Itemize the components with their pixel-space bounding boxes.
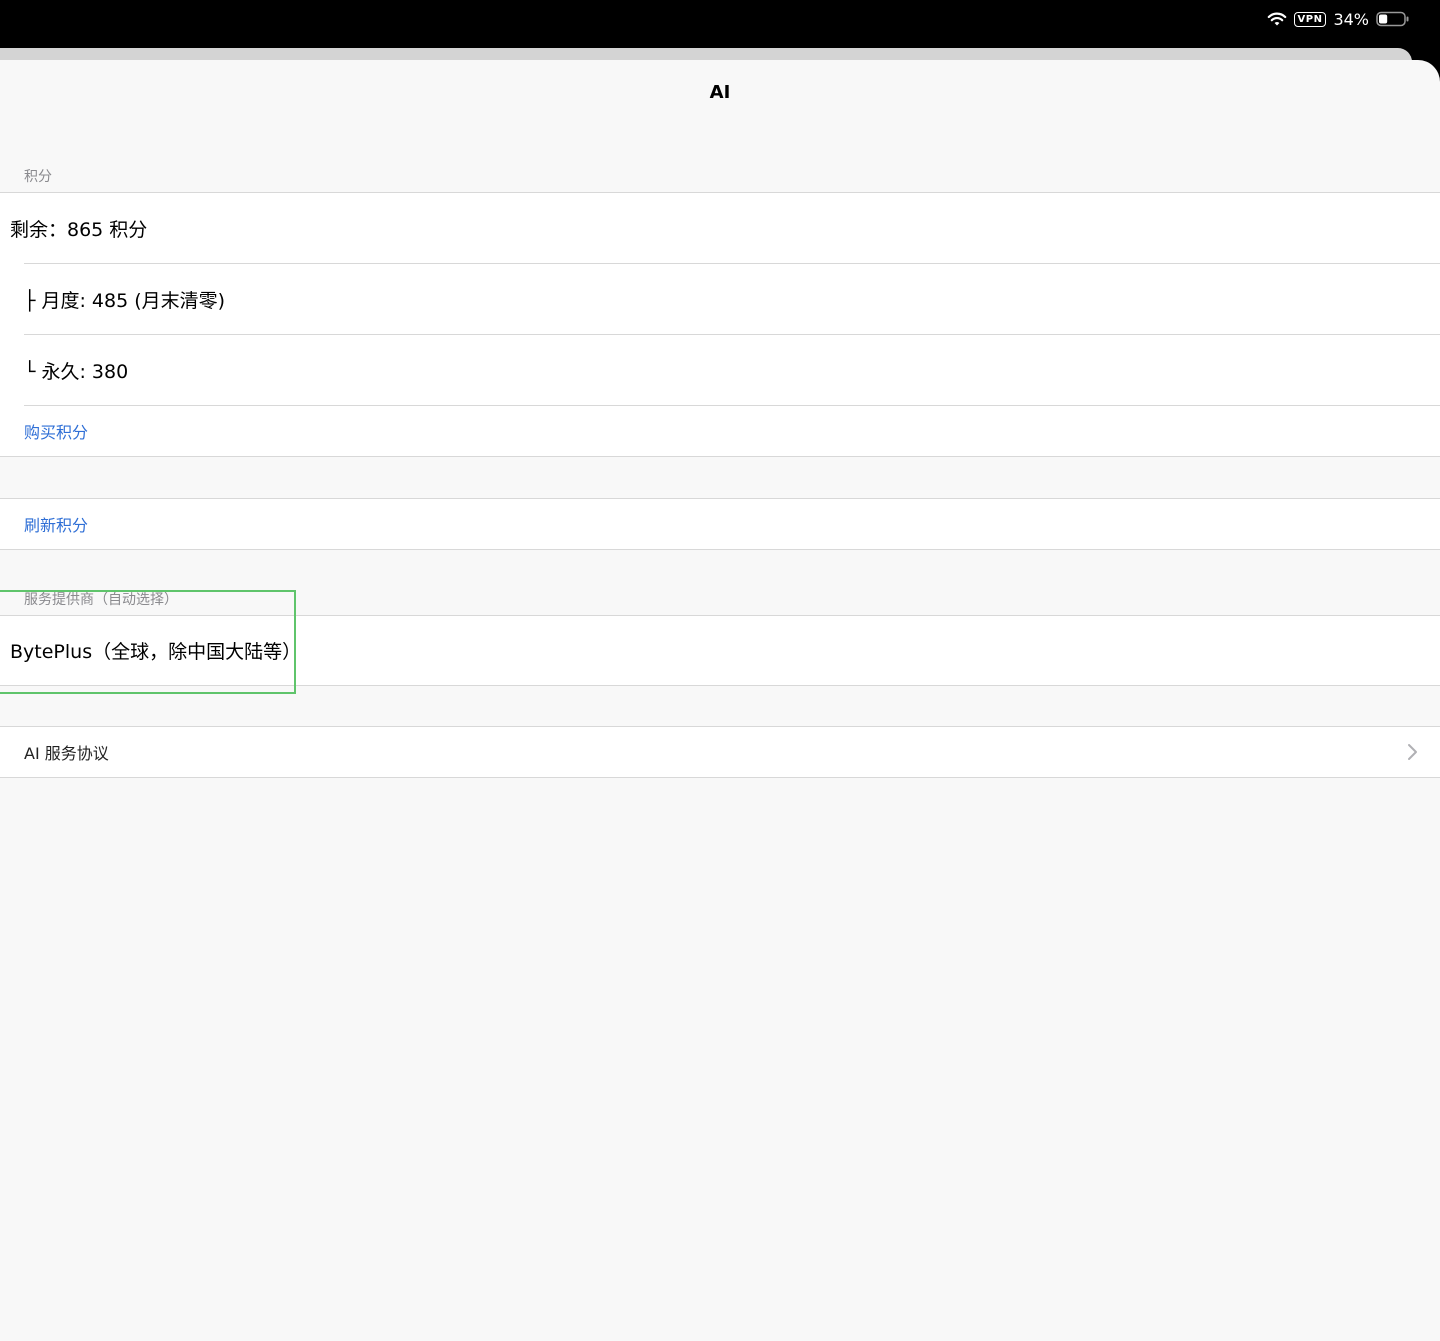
permanent-credits-row: └ 永久: 380 <box>0 335 1440 405</box>
status-bar: VPN 34% <box>0 0 1440 50</box>
battery-icon <box>1376 11 1409 27</box>
ai-agreement-row[interactable]: AI 服务协议 <box>0 727 1440 777</box>
remaining-credits-row: 剩余：865 积分 <box>0 193 1440 263</box>
buy-credits-row[interactable]: 购买积分 <box>0 406 1440 456</box>
buy-credits-button[interactable]: 购买积分 <box>0 419 88 443</box>
vpn-badge: VPN <box>1293 11 1327 27</box>
remaining-credits: 剩余：865 积分 <box>10 218 148 241</box>
provider-name: BytePlus（全球，除中国大陆等） <box>10 641 302 663</box>
section-header-credits: 积分 <box>24 169 52 185</box>
page-title: AI <box>709 82 731 103</box>
provider-group: BytePlus（全球，除中国大陆等） <box>0 615 1440 686</box>
wifi-icon <box>1267 12 1286 26</box>
refresh-credits-row[interactable]: 刷新积分 <box>0 499 1440 549</box>
monthly-credits: ├ 月度: 485 (月末清零) <box>24 289 226 312</box>
section-header-provider: 服务提供商（自动选择） <box>24 592 178 608</box>
refresh-credits-button[interactable]: 刷新积分 <box>0 512 88 536</box>
chevron-right-icon <box>1408 744 1417 760</box>
battery-percent: 34% <box>1333 9 1369 29</box>
agreement-group: AI 服务协议 <box>0 726 1440 778</box>
monthly-credits-row: ├ 月度: 485 (月末清零) <box>0 264 1440 334</box>
permanent-credits: └ 永久: 380 <box>24 360 129 383</box>
ai-agreement-label: AI 服务协议 <box>24 744 109 763</box>
provider-row: BytePlus（全球，除中国大陆等） <box>0 616 1440 685</box>
status-indicators: VPN 34% <box>1267 8 1411 30</box>
credits-group: 剩余：865 积分 ├ 月度: 485 (月末清零) └ 永久: 380 购买积… <box>0 192 1440 457</box>
settings-sheet: AI 积分 剩余：865 积分 ├ 月度: 485 (月末清零) └ 永久: 3… <box>0 60 1440 1341</box>
refresh-group: 刷新积分 <box>0 498 1440 550</box>
